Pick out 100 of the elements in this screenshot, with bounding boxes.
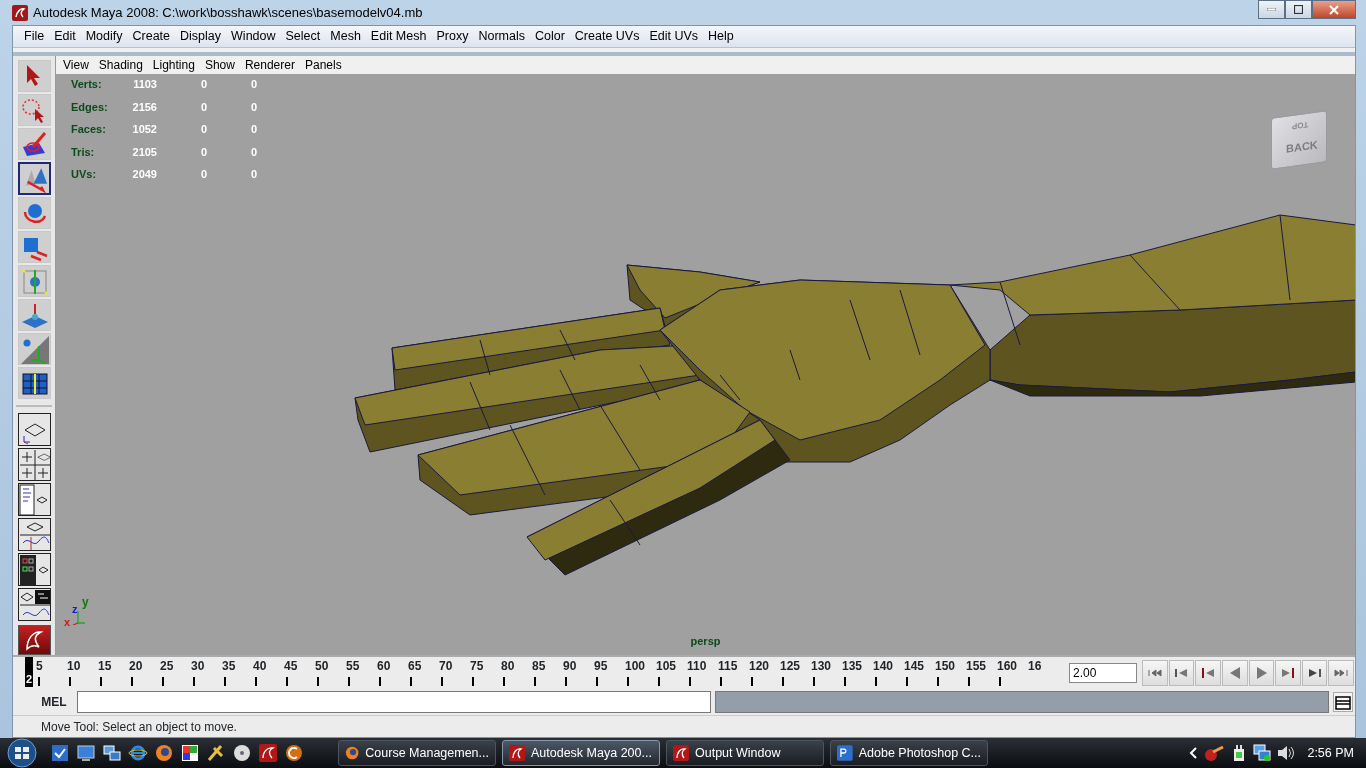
tick-mark xyxy=(906,677,908,686)
menu-item[interactable]: Color xyxy=(529,27,570,46)
menu-item[interactable]: Normals xyxy=(473,27,530,46)
menu-item[interactable]: Edit UVs xyxy=(644,27,704,46)
panel-menu-item[interactable]: Renderer xyxy=(239,56,300,74)
menu-item[interactable]: Display xyxy=(175,27,227,46)
playback-button[interactable] xyxy=(1248,660,1275,686)
panel-menu-item[interactable]: Panels xyxy=(299,56,347,74)
tick-mark xyxy=(782,677,784,686)
panel-menu-item[interactable]: Show xyxy=(199,56,240,74)
stat-value: 0 xyxy=(199,99,208,115)
frame-number: 75 xyxy=(470,658,484,675)
tick-mark xyxy=(937,677,939,686)
menu-item[interactable]: Modify xyxy=(80,27,128,46)
network-icon[interactable] xyxy=(1253,744,1272,762)
tick-mark xyxy=(100,677,102,686)
playback-button[interactable] xyxy=(1328,660,1354,686)
taskbar-button[interactable]: Adobe Photoshop C... xyxy=(830,740,988,766)
layout-button[interactable] xyxy=(17,447,51,481)
fox-globe-icon[interactable] xyxy=(154,743,174,763)
tick-mark xyxy=(224,677,226,686)
dragon-logo-icon xyxy=(673,745,689,761)
dragon-logo-icon[interactable] xyxy=(258,743,278,763)
stat-value: 1052 xyxy=(131,122,158,137)
frame-field[interactable]: 2.00 xyxy=(1069,663,1137,683)
disc-icon[interactable] xyxy=(232,743,252,763)
playback-button[interactable] xyxy=(1221,660,1248,686)
help-line-text: Move Tool: Select an object to move. xyxy=(41,718,237,736)
taskbar-button[interactable]: Output Window xyxy=(666,740,824,766)
tray-app-icon[interactable] xyxy=(1203,744,1226,762)
script-editor-button[interactable] xyxy=(1333,692,1353,712)
playback-button[interactable] xyxy=(1275,660,1301,686)
stat-value: 2105 xyxy=(131,144,158,160)
menu-item[interactable]: Edit xyxy=(49,27,81,46)
playback-button[interactable] xyxy=(1168,660,1195,686)
cube-face-label: TOP xyxy=(1292,118,1309,132)
checkbox-icon[interactable] xyxy=(50,743,70,763)
menu-item[interactable]: File xyxy=(19,27,50,46)
menu-item[interactable]: Select xyxy=(280,27,326,46)
close-button[interactable] xyxy=(1312,0,1356,19)
tick-mark xyxy=(472,677,474,686)
taskbar-button[interactable]: Course Managemen... xyxy=(338,740,496,766)
tick-mark xyxy=(410,677,412,686)
tick-mark xyxy=(999,677,1001,686)
layout-button[interactable] xyxy=(17,482,51,516)
menu-item[interactable]: Proxy xyxy=(431,27,474,46)
playback-button[interactable] xyxy=(1195,660,1221,686)
step-forward-icon xyxy=(1279,665,1296,681)
layout-button[interactable] xyxy=(17,412,51,446)
menu-item[interactable]: Mesh xyxy=(325,27,366,46)
close-icon xyxy=(1329,4,1339,15)
frame-number: 140 xyxy=(873,658,894,675)
axis-gizmo-icon xyxy=(72,609,86,625)
panel-menu-item[interactable]: View xyxy=(58,56,94,74)
axis-label: y xyxy=(82,594,89,611)
frame-number: 5 xyxy=(36,658,43,675)
frame-number: 50 xyxy=(315,658,329,675)
tick-mark xyxy=(813,677,815,686)
menu-item[interactable]: Window xyxy=(226,27,281,46)
frame-number: 15 xyxy=(98,658,112,675)
maya-logo-button[interactable] xyxy=(17,624,51,655)
menu-item[interactable]: Edit Mesh xyxy=(365,27,432,46)
desktop-icon[interactable] xyxy=(76,743,96,763)
tick-mark xyxy=(38,677,40,686)
menu-item[interactable]: Help xyxy=(703,27,739,46)
speaker-icon[interactable] xyxy=(1277,745,1296,761)
maximize-button[interactable] xyxy=(1285,0,1312,19)
frame-number: 135 xyxy=(842,658,863,675)
frame-number: 10 xyxy=(67,658,81,675)
frame-number: 65 xyxy=(408,658,422,675)
tick-mark xyxy=(875,677,877,686)
playback-button[interactable] xyxy=(1301,660,1328,686)
frame-number: 25 xyxy=(160,658,174,675)
axis-tool-icon xyxy=(19,334,49,364)
menu-item[interactable]: Create UVs xyxy=(569,27,645,46)
tick-mark xyxy=(658,677,660,686)
tick-mark xyxy=(596,677,598,686)
minimize-button[interactable] xyxy=(1258,0,1285,19)
stat-value: 0 xyxy=(199,77,208,92)
hypershade-view-icon xyxy=(18,553,50,585)
menu-item[interactable]: Create xyxy=(127,27,176,46)
frame-number: 155 xyxy=(966,658,987,675)
taskbar-button[interactable]: Autodesk Maya 200... xyxy=(502,740,660,766)
layout-button[interactable] xyxy=(17,517,51,551)
command-language-label: MEL xyxy=(40,694,68,711)
panel-menu-item[interactable]: Shading xyxy=(93,56,148,74)
tool-button[interactable] xyxy=(17,162,51,195)
windows-icon[interactable] xyxy=(102,743,122,763)
layout-button[interactable] xyxy=(17,552,51,586)
clock-text[interactable]: 2:56 PM xyxy=(1307,743,1354,763)
frame-number: 115 xyxy=(718,658,738,675)
panel-menu-item[interactable]: Lighting xyxy=(147,56,200,74)
playback-button[interactable] xyxy=(1142,660,1168,686)
command-input-field[interactable] xyxy=(77,691,711,713)
current-frame-marker[interactable]: 2 xyxy=(25,657,33,687)
chevron-left-icon[interactable] xyxy=(1189,747,1198,759)
layout-button[interactable] xyxy=(17,587,51,621)
frame-number: 80 xyxy=(501,658,515,675)
photo-gallery-icon[interactable] xyxy=(180,743,200,763)
letter-c-icon[interactable] xyxy=(284,743,304,763)
